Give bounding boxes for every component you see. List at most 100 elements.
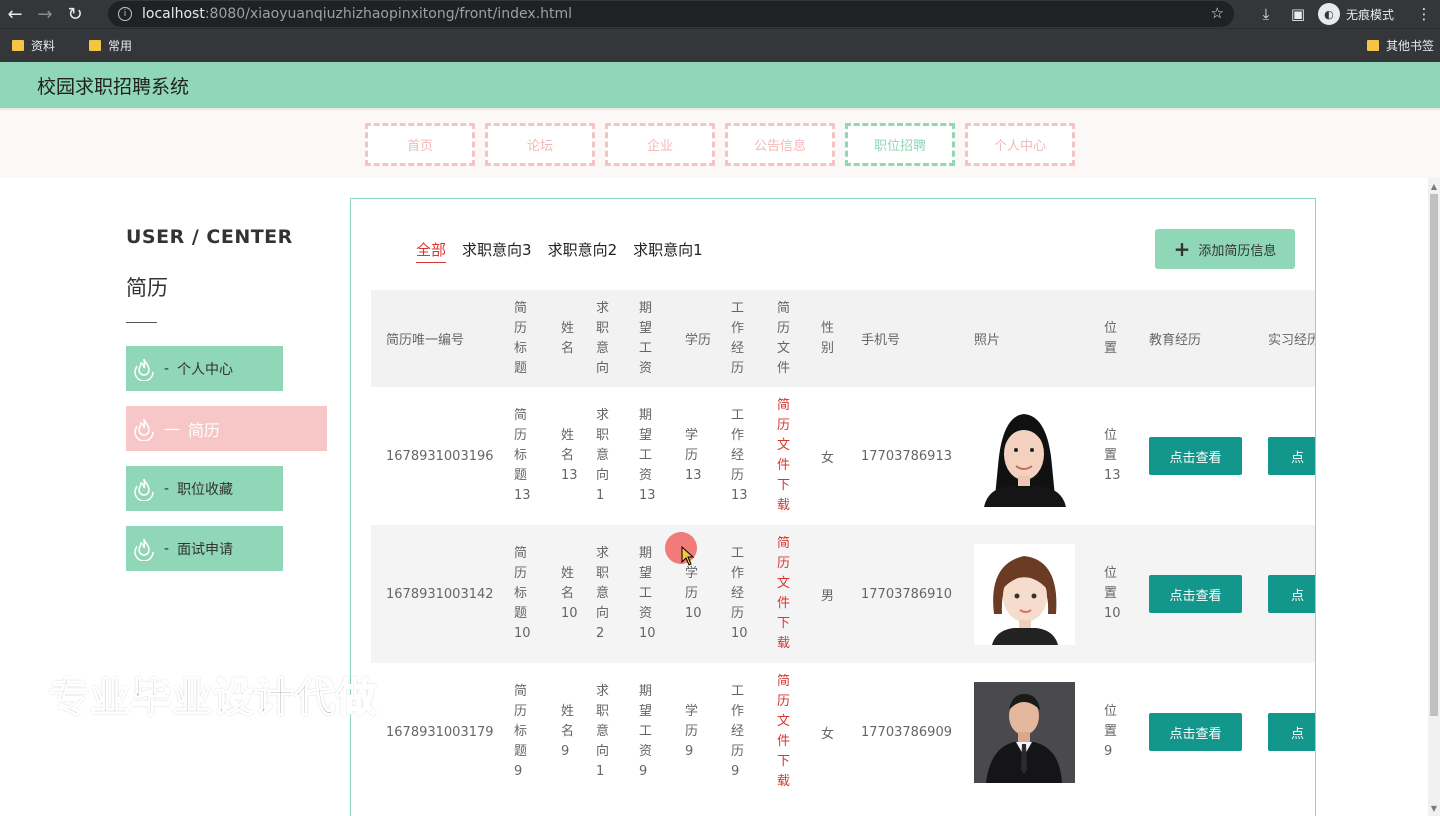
header-id: 简历唯一编号 [386,333,465,348]
bookmark-folder-ziliao[interactable]: 资料 [12,37,55,54]
tab-intent-3[interactable]: 求职意向3 [462,239,532,263]
cell-id: 1678931003179 [386,724,494,740]
add-resume-button[interactable]: + 添加简历信息 [1155,229,1295,269]
nav-home[interactable]: 首页 [365,122,475,166]
scroll-thumb[interactable] [1430,194,1438,716]
photo-avatar [974,543,1075,645]
sidebar-item-dash: - [164,480,170,497]
nav-personal-center[interactable]: 个人中心 [965,122,1075,166]
flame-icon [134,418,154,441]
view-education-button[interactable]: 点击查看 [1149,575,1242,613]
cell-exp: 工作经历9 [731,684,745,779]
view-education-button[interactable]: 点击查看 [1149,713,1242,751]
incognito-indicator[interactable]: ◐ 无痕模式 [1314,3,1408,25]
table-row: 1678931003196 简历标题 13 姓名 13 求职意向1 期望工资 13 学… [371,387,1315,525]
sidebar-subtitle: 简历 [126,276,168,300]
resume-file-download-link[interactable]: 简历文件下载 [777,396,790,516]
tab-intent-2[interactable]: 求职意向2 [548,239,618,263]
incognito-icon: ◐ [1317,3,1340,25]
sidebar-item-personal-center[interactable]: - 个人中心 [126,346,283,391]
header-location: 位置 [1104,320,1118,356]
sidebar-item-job-favorites[interactable]: - 职位收藏 [126,466,283,511]
cell-exp: 工作经历 10 [731,546,748,641]
view-education-button[interactable]: 点击查看 [1149,437,1242,475]
back-arrow-icon[interactable]: ← [0,0,30,28]
browser-toolbar: ← → ↻ i localhost:8080/xiaoyuanqiuzhizha… [0,0,1440,28]
folder-icon [89,40,102,51]
sidebar-item-label: 职位收藏 [177,481,234,498]
flame-icon [134,538,154,561]
header-exp: 工作经历 [731,300,745,376]
cell-edu: 学历 13 [685,428,702,483]
resume-file-download-link[interactable]: 简历文件下载 [777,672,790,792]
cell-phone: 17703786910 [861,586,952,602]
table-row: 1678931003179 简历标题9 姓名9 求职意向1 期望工资9 学历9 … [371,663,1315,801]
bookmark-label: 常用 [108,39,133,53]
side-panel-icon[interactable]: ▣ [1282,0,1314,28]
header-phone: 手机号 [861,333,901,348]
site-title: 校园求职招聘系统 [37,75,190,98]
sidebar-item-resume[interactable]: — 简历 [126,406,327,451]
tab-intent-1[interactable]: 求职意向1 [633,239,703,263]
sidebar-title: USER / CENTER [126,226,293,248]
header-education-history: 教育经历 [1149,333,1202,348]
photo-avatar [974,681,1075,783]
cell-name: 姓名 10 [561,566,578,621]
nav-jobs[interactable]: 职位招聘 [845,122,955,166]
scroll-up-icon[interactable]: ▲ [1428,180,1440,192]
bookmarks-bar: 资料 常用 其他书签 [0,28,1440,62]
photo-avatar [974,405,1075,507]
resume-file-download-link[interactable]: 简历文件下载 [777,534,790,654]
download-icon[interactable]: ⤓ [1250,0,1282,28]
sidebar-item-interview-applications[interactable]: - 面试申请 [126,526,283,571]
cell-name: 姓名9 [561,704,575,759]
forward-arrow-icon[interactable]: → [30,0,60,28]
cell-salary: 期望工资 13 [639,408,656,503]
add-resume-label: 添加简历信息 [1198,243,1277,259]
flame-icon [134,478,154,501]
cell-edu: 学历9 [685,704,699,759]
nav-forum[interactable]: 论坛 [485,122,595,166]
sidebar-item-label: 简历 [188,420,221,440]
watermark-text: 专业毕业设计代做 [48,674,377,722]
main-nav: 首页 论坛 企业 公告信息 职位招聘 个人中心 [0,108,1440,178]
header-internship: 实习经历 [1268,333,1316,348]
view-internship-button[interactable]: 点 [1268,575,1315,613]
cell-title: 简历标题9 [514,684,528,779]
bookmark-star-icon[interactable]: ☆ [1211,4,1224,22]
header-salary: 期望工资 [639,300,653,376]
cell-title: 简历标题 13 [514,408,531,503]
bookmark-folder-changyong[interactable]: 常用 [89,37,132,54]
nav-company[interactable]: 企业 [605,122,715,166]
cell-gender: 男 [821,588,835,604]
header-gender: 性别 [821,320,835,356]
address-bar[interactable]: i localhost:8080/xiaoyuanqiuzhizhaopinxi… [108,1,1234,27]
menu-kebab-icon[interactable]: ⋮ [1408,0,1440,28]
cell-intent: 求职意向1 [596,408,610,503]
url-path: :8080/xiaoyuanqiuzhizhaopinxitong/front/… [204,6,572,22]
resume-table: 简历唯一编号 简历标题 姓名 求职意向 期望工资 学历 工作经历 简历文件 性别… [371,290,1316,801]
reload-icon[interactable]: ↻ [60,0,90,28]
view-internship-button[interactable]: 点 [1268,437,1315,475]
nav-announcements[interactable]: 公告信息 [725,122,835,166]
incognito-label: 无痕模式 [1345,7,1394,22]
bookmark-folder-other[interactable]: 其他书签 [1366,37,1434,54]
cell-gender: 女 [821,450,835,466]
site-info-icon[interactable]: i [118,7,132,21]
url-host: localhost [142,6,205,22]
browser-right-tools: ⤓ ▣ ◐ 无痕模式 ⋮ [1250,0,1440,28]
cell-exp: 工作经历 13 [731,408,748,503]
mouse-pointer-icon [681,546,695,566]
cell-location: 位置 13 [1104,428,1121,483]
view-internship-button[interactable]: 点 [1268,713,1315,751]
sidebar-divider [126,322,157,323]
bookmark-label: 资料 [31,39,56,53]
page-scrollbar[interactable]: ▲ ▼ [1428,178,1440,816]
scroll-down-icon[interactable]: ▼ [1428,802,1440,814]
header-file: 简历文件 [777,300,791,376]
tab-all[interactable]: 全部 [416,239,447,263]
cell-title: 简历标题 10 [514,546,531,641]
cell-edu: 学历 10 [685,566,702,621]
flame-icon [134,358,154,381]
cell-phone: 17703786909 [861,724,952,740]
